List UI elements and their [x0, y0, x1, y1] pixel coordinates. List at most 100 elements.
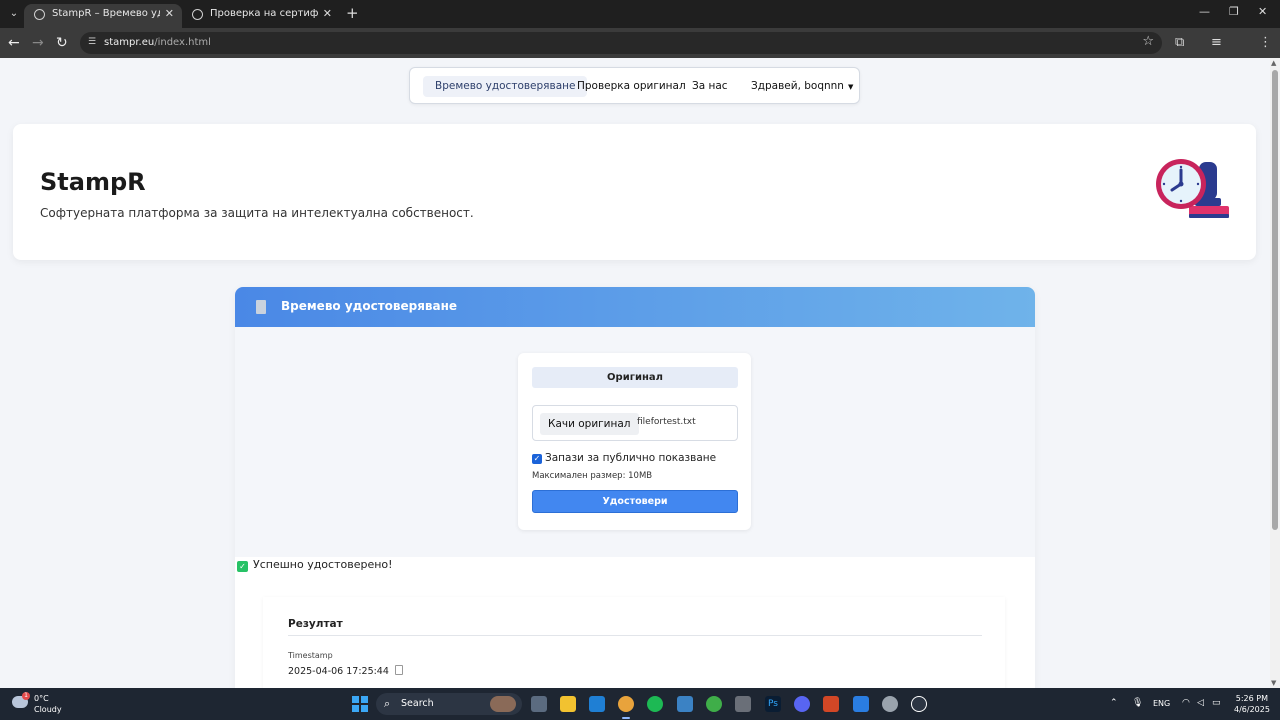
success-text: Успешно удостоверено!: [253, 558, 393, 571]
url-path: /index.html: [154, 37, 211, 48]
public-display-checkbox[interactable]: ✓: [532, 454, 542, 464]
nav-timestamping[interactable]: Времево удостоверяване: [423, 76, 588, 97]
notepad-icon[interactable]: [677, 696, 693, 712]
media-control-icon[interactable]: ≡: [1211, 34, 1222, 52]
close-window-icon[interactable]: ✕: [1258, 5, 1267, 18]
back-arrow-icon[interactable]: ←: [8, 34, 20, 52]
nav-user-menu[interactable]: Здравей, boqnnn ▼: [739, 76, 865, 97]
scrollbar-thumb[interactable]: [1272, 70, 1278, 530]
timestamp-label: Timestamp: [288, 651, 333, 660]
media-player-icon[interactable]: [911, 696, 927, 712]
tab-title: StampR – Времево удостоверяване: [52, 8, 160, 19]
file-input[interactable]: Качи оригинал filefortest.txt: [532, 405, 738, 441]
card-body: Оригинал Качи оригинал filefortest.txt ✓…: [235, 327, 1035, 557]
spotify-icon[interactable]: [647, 696, 663, 712]
search-highlight-image: [490, 696, 516, 712]
chrome-icon[interactable]: [618, 696, 634, 719]
photoshop-icon[interactable]: Ps: [765, 696, 781, 712]
more-menu-icon[interactable]: ⋮: [1259, 34, 1272, 52]
microphone-icon[interactable]: 🎙: [1132, 698, 1143, 708]
address-bar[interactable]: ☰ stampr.eu/index.html ☆: [80, 32, 1162, 54]
browser-toolbar: ← → ↻ ☰ stampr.eu/index.html ☆ ⧉ ≡ ⋮: [0, 28, 1280, 58]
close-tab-icon[interactable]: ✕: [323, 4, 332, 24]
page-viewport: Времево удостоверяване Проверка оригинал…: [0, 58, 1270, 688]
notification-badge: 1: [22, 692, 30, 700]
nav-label: За нас: [692, 80, 728, 92]
battery-icon[interactable]: ▭: [1212, 698, 1221, 708]
wifi-icon[interactable]: ◠: [1182, 698, 1190, 708]
maximize-icon[interactable]: ❐: [1229, 5, 1239, 18]
nav-label: Проверка оригинал: [577, 80, 686, 92]
url-text: stampr.eu/index.html: [104, 35, 211, 51]
nav-label: Времево удостоверяване: [435, 80, 576, 92]
browser-tab-bar: ⌄ StampR – Времево удостоверяване ✕ Пров…: [0, 0, 1280, 28]
upload-original-button[interactable]: Качи оригинал: [540, 413, 639, 435]
taskbar-search[interactable]: ⌕ Search: [376, 693, 522, 715]
nav-about[interactable]: За нас: [680, 76, 740, 97]
nav-verify-original[interactable]: Проверка оригинал: [565, 76, 698, 97]
browser-tab-certificate[interactable]: Проверка на сертификат ✕: [182, 4, 340, 28]
success-message: ✓ Успешно удостоверено!: [237, 558, 393, 572]
weather-temperature: 0°C: [34, 694, 49, 703]
windows-start-icon[interactable]: [352, 696, 368, 712]
clock-date: 4/6/2025: [1234, 705, 1270, 714]
scroll-up-icon[interactable]: ▲: [1271, 59, 1276, 67]
clock-stamp-logo-icon: [1156, 159, 1229, 218]
system-clock[interactable]: 5:26 PM 4/6/2025: [1234, 693, 1270, 715]
brand-title: StampR: [40, 168, 146, 196]
tray-chevron-up-icon[interactable]: ⌃: [1110, 698, 1118, 708]
discord-icon[interactable]: [794, 696, 810, 712]
url-domain: stampr.eu: [104, 37, 155, 48]
card-title: Времево удостоверяване: [281, 299, 458, 313]
forward-arrow-icon[interactable]: →: [32, 34, 44, 52]
windows-taskbar: 1 0°C Cloudy ⌕ Search Ps ⌃ 🎙 ENG ◠ ◁ ▭ 5…: [0, 688, 1280, 720]
timestamp-text: 2025-04-06 17:25:44: [288, 666, 389, 677]
powerpoint-icon[interactable]: [823, 696, 839, 712]
file-explorer-icon[interactable]: [560, 696, 576, 712]
bookmark-star-icon[interactable]: ☆: [1142, 34, 1154, 49]
app-icon[interactable]: [735, 696, 751, 712]
search-icon: ⌕: [384, 697, 391, 710]
brand-tagline: Софтуерната платформа за защита на интел…: [40, 206, 474, 220]
volume-icon[interactable]: ◁: [1197, 698, 1204, 708]
utorrent-icon[interactable]: [706, 696, 722, 712]
tab-title: Проверка на сертификат: [210, 8, 318, 19]
page-scrollbar[interactable]: ▲ ▼: [1270, 58, 1280, 688]
extensions-icon[interactable]: ⧉: [1175, 34, 1184, 52]
check-icon: ✓: [237, 561, 248, 572]
timestamp-value: 2025-04-06 17:25:44: [288, 665, 403, 677]
tab-search-chevron-icon[interactable]: ⌄: [6, 6, 22, 22]
vscode-icon[interactable]: [589, 696, 605, 712]
browser-tab-stampr[interactable]: StampR – Времево удостоверяване ✕: [24, 4, 182, 28]
original-section-label: Оригинал: [532, 367, 738, 388]
user-greeting: Здравей, boqnnn: [751, 80, 844, 92]
weather-condition: Cloudy: [34, 705, 62, 714]
search-placeholder: Search: [401, 698, 434, 709]
close-tab-icon[interactable]: ✕: [165, 4, 174, 24]
public-display-label[interactable]: Запази за публично показване: [545, 452, 716, 464]
upload-form: Оригинал Качи оригинал filefortest.txt ✓…: [518, 353, 751, 530]
result-title: Резултат: [288, 618, 343, 630]
selected-file-name: filefortest.txt: [637, 417, 696, 427]
globe-icon: [192, 9, 203, 20]
security-shield-icon[interactable]: [853, 696, 869, 712]
reload-icon[interactable]: ↻: [56, 34, 68, 52]
task-view-icon[interactable]: [531, 696, 547, 712]
certify-button[interactable]: Удостовери: [532, 490, 738, 513]
timestamp-card: Времево удостоверяване Оригинал Качи ори…: [235, 287, 1035, 688]
site-info-icon[interactable]: ☰: [88, 37, 98, 47]
document-icon: [256, 300, 266, 314]
card-header: Времево удостоверяване: [235, 287, 1035, 327]
app-icon[interactable]: [882, 696, 898, 712]
minimize-icon[interactable]: —: [1199, 5, 1210, 18]
copy-icon[interactable]: [394, 665, 403, 675]
globe-icon: [34, 9, 45, 20]
new-tab-icon[interactable]: +: [346, 4, 359, 22]
top-navigation: Времево удостоверяване Проверка оригинал…: [409, 67, 860, 104]
clock-time: 5:26 PM: [1235, 694, 1268, 703]
max-size-note: Максимален размер: 10MB: [532, 471, 653, 481]
hero-banner: StampR Софтуерната платформа за защита н…: [13, 124, 1256, 260]
language-indicator[interactable]: ENG: [1153, 699, 1170, 708]
result-panel: Резултат Timestamp 2025-04-06 17:25:44: [263, 597, 1005, 688]
scroll-down-icon[interactable]: ▼: [1271, 679, 1276, 687]
